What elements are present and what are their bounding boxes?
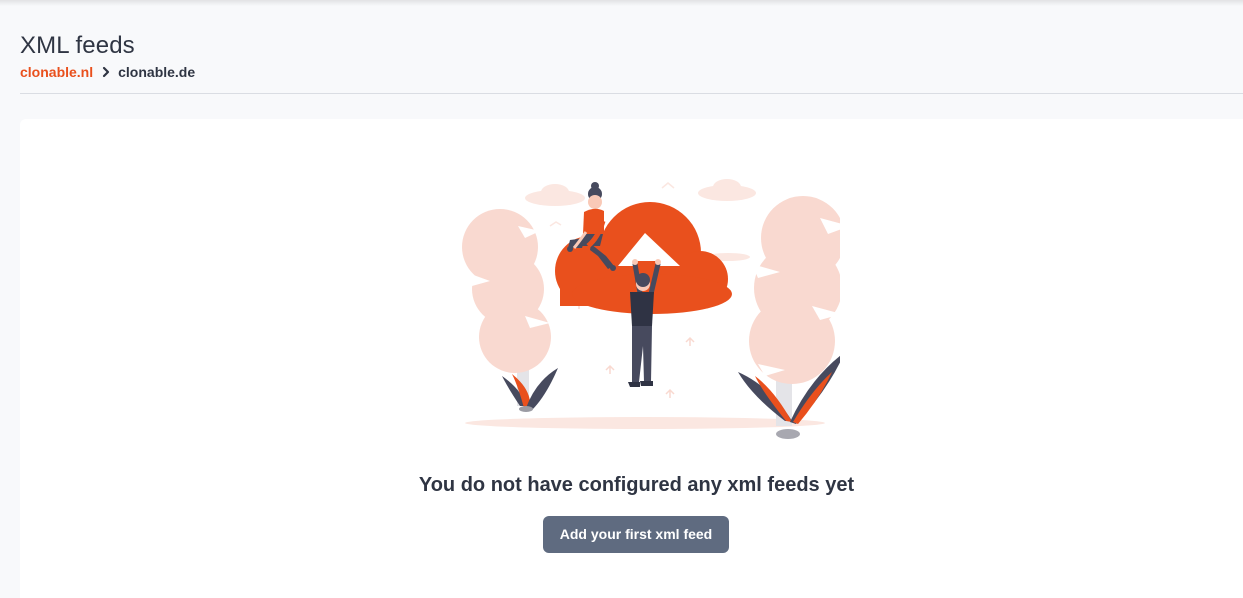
breadcrumb-current: clonable.de bbox=[118, 64, 196, 80]
empty-state-message: You do not have configured any xml feeds… bbox=[418, 474, 855, 496]
breadcrumb: clonable.nl clonable.de bbox=[20, 63, 1243, 81]
cloud-upload-people-illustration bbox=[462, 179, 840, 439]
page-header: XML feeds clonable.nl clonable.de bbox=[20, 32, 1243, 81]
add-first-xml-feed-button[interactable]: Add your first xml feed bbox=[543, 516, 729, 553]
breadcrumb-parent-link[interactable]: clonable.nl bbox=[20, 63, 93, 81]
page-title: XML feeds bbox=[20, 32, 135, 59]
chevron-right-icon bbox=[99, 65, 113, 79]
header-divider bbox=[20, 93, 1243, 94]
top-bar-shadow bbox=[0, 0, 1243, 6]
empty-state-card: You do not have configured any xml feeds… bbox=[20, 119, 1243, 598]
